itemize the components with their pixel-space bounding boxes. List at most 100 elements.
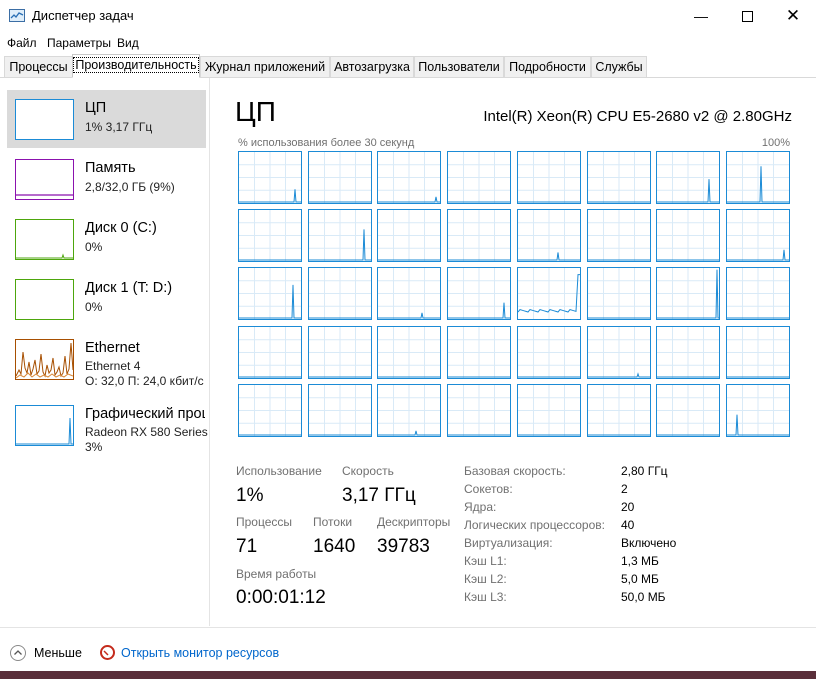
- l1-cache-label: Кэш L1:: [464, 554, 507, 568]
- cpu-core-graph: [516, 151, 581, 204]
- cpu-core-graph: [656, 151, 721, 204]
- menu-options[interactable]: Параметры: [47, 36, 111, 50]
- tab-performance[interactable]: Производительность: [72, 54, 200, 78]
- handles-label: Дескрипторы: [377, 515, 451, 529]
- chevron-up-icon: [14, 650, 22, 655]
- minimize-button[interactable]: —: [678, 0, 724, 32]
- cpu-core-graph: [377, 209, 442, 263]
- uptime-label: Время работы: [236, 567, 317, 581]
- resource-monitor-icon: [100, 645, 115, 660]
- cpu-core-graph: [656, 383, 721, 437]
- cpu-core-graph: [586, 325, 651, 379]
- threads-value: 1640: [313, 536, 356, 557]
- sidebar-item-subtitle: 2,8/32,0 ГБ (9%): [85, 180, 175, 194]
- cpu-core-graph: [238, 209, 302, 263]
- cpu-core-graph: [725, 151, 790, 204]
- maximize-icon: [741, 10, 753, 22]
- cpu-core-graph: [725, 383, 790, 437]
- sidebar-item-title: Ethernet: [85, 340, 140, 356]
- sidebar-item-subtitle: 1% 3,17 ГГц: [85, 120, 153, 134]
- cpu-core-graph: [377, 325, 442, 379]
- cpu-core-graph: [586, 151, 651, 204]
- fewer-details-button[interactable]: [10, 645, 26, 661]
- cpu-core-graph: [377, 383, 442, 437]
- sidebar-item-cpu[interactable]: ЦП 1% 3,17 ГГц: [7, 90, 206, 148]
- performance-sidebar: ЦП 1% 3,17 ГГц Память 2,8/32,0 ГБ (9%) Д…: [0, 78, 210, 626]
- sidebar-item-title: Диск 0 (C:): [85, 220, 157, 236]
- logical-processor-graphs: [238, 151, 790, 441]
- sidebar-item-title: Графический проц: [85, 406, 205, 422]
- cpu-core-graph: [307, 209, 372, 263]
- speed-label: Скорость: [342, 464, 394, 478]
- desktop-edge: [0, 671, 816, 679]
- cpu-core-graph: [307, 151, 372, 204]
- menu-bar: Файл Параметры Вид: [0, 32, 816, 53]
- tab-services[interactable]: Службы: [591, 56, 647, 77]
- menu-view[interactable]: Вид: [117, 36, 139, 50]
- cpu-core-graph: [586, 209, 651, 263]
- cpu-core-graph: [238, 267, 302, 321]
- tab-users[interactable]: Пользователи: [414, 56, 504, 77]
- cpu-core-graph: [516, 383, 581, 437]
- fewer-details-link[interactable]: Меньше: [34, 646, 82, 660]
- sidebar-item-title: Диск 1 (T: D:): [85, 280, 173, 296]
- maximize-button[interactable]: [724, 0, 770, 32]
- cpu-core-graph: [586, 267, 651, 321]
- tab-processes[interactable]: Процессы: [4, 56, 73, 77]
- virtualization-label: Виртуализация:: [464, 536, 553, 550]
- cpu-core-graph: [238, 325, 302, 379]
- l3-cache-value: 50,0 МБ: [621, 590, 666, 604]
- sidebar-item-disk-1[interactable]: Диск 1 (T: D:) 0%: [7, 270, 206, 328]
- tab-details[interactable]: Подробности: [504, 56, 591, 77]
- virtualization-value: Включено: [621, 536, 677, 550]
- l3-cache-label: Кэш L3:: [464, 590, 507, 604]
- uptime-value: 0:00:01:12: [236, 587, 326, 608]
- speed-value: 3,17 ГГц: [342, 485, 416, 506]
- processes-value: 71: [236, 536, 258, 557]
- cpu-core-graph: [447, 209, 512, 263]
- cpu-core-graph: [307, 267, 372, 321]
- sidebar-item-ethernet[interactable]: Ethernet Ethernet 4 О: 32,0 П: 24,0 кбит…: [7, 330, 206, 388]
- sidebar-item-subtitle: 0%: [85, 300, 103, 314]
- cpu-core-graph: [516, 209, 581, 263]
- cpu-core-graph: [238, 151, 302, 204]
- memory-thumbnail-graph: [15, 159, 74, 200]
- tab-app-history[interactable]: Журнал приложений: [200, 56, 330, 77]
- title-bar[interactable]: Диспетчер задач — ✕: [0, 0, 816, 32]
- logical-processors-label: Логических процессоров:: [464, 518, 605, 532]
- close-button[interactable]: ✕: [770, 0, 816, 32]
- ethernet-thumbnail-graph: [15, 339, 74, 380]
- sidebar-item-usage: 3%: [85, 440, 103, 454]
- sidebar-item-memory[interactable]: Память 2,8/32,0 ГБ (9%): [7, 150, 206, 208]
- graph-axis-max: 100%: [761, 137, 790, 149]
- cpu-core-graph: [307, 383, 372, 437]
- l2-cache-label: Кэш L2:: [464, 572, 507, 586]
- threads-label: Потоки: [313, 515, 353, 529]
- cpu-core-graph: [725, 209, 790, 263]
- disk-1-thumbnail-graph: [15, 279, 74, 320]
- task-manager-icon: [9, 9, 25, 22]
- sidebar-item-disk-0[interactable]: Диск 0 (C:) 0%: [7, 210, 206, 268]
- sidebar-item-subtitle: Radeon RX 580 Series: [85, 425, 208, 439]
- sidebar-item-throughput: О: 32,0 П: 24,0 кбит/с: [85, 374, 204, 388]
- tab-startup[interactable]: Автозагрузка: [330, 56, 414, 77]
- cpu-core-graph: [516, 267, 581, 321]
- l2-cache-value: 5,0 МБ: [621, 572, 659, 586]
- sockets-value: 2: [621, 482, 628, 496]
- cpu-core-graph: [656, 325, 721, 379]
- open-resource-monitor-link[interactable]: Открыть монитор ресурсов: [121, 646, 279, 660]
- sidebar-item-title: Память: [85, 160, 136, 176]
- sidebar-item-gpu[interactable]: Графический проц Radeon RX 580 Series 3%: [7, 396, 208, 454]
- close-icon: ✕: [785, 6, 801, 25]
- cpu-core-graph: [377, 151, 442, 204]
- cpu-core-graph: [447, 151, 512, 204]
- sockets-label: Сокетов:: [464, 482, 513, 496]
- menu-file[interactable]: Файл: [7, 36, 37, 50]
- cpu-thumbnail-graph: [15, 99, 74, 140]
- sidebar-item-subtitle: Ethernet 4: [85, 359, 141, 373]
- cpu-core-graph: [656, 267, 721, 321]
- graph-axis-label: % использования более 30 секунд: [238, 137, 415, 149]
- l1-cache-value: 1,3 МБ: [621, 554, 659, 568]
- disk-0-thumbnail-graph: [15, 219, 74, 260]
- window-title: Диспетчер задач: [32, 8, 134, 23]
